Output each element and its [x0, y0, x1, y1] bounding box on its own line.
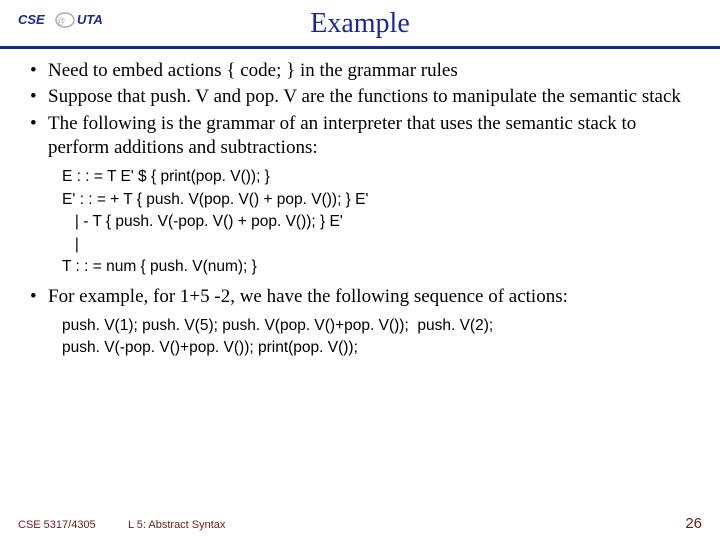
slide-header: CSE @ UTA Example — [0, 0, 720, 44]
footer-page-number: 26 — [685, 515, 702, 532]
grammar-line: E' : : = + T { push. V(pop. V() + pop. V… — [62, 189, 698, 211]
actions-line: push. V(1); push. V(5); push. V(pop. V()… — [62, 315, 698, 337]
bullet-dot: • — [30, 285, 48, 309]
slide-title: Example — [18, 8, 702, 40]
footer-course: CSE 5317/4305 — [18, 519, 128, 531]
grammar-block: E : : = T E' $ { print(pop. V()); } E' :… — [62, 166, 698, 278]
slide-footer: CSE 5317/4305 L 5: Abstract Syntax 26 — [0, 515, 720, 532]
actions-block: push. V(1); push. V(5); push. V(pop. V()… — [62, 315, 698, 360]
bullet-item: • For example, for 1+5 -2, we have the f… — [30, 285, 698, 309]
footer-lecture: L 5: Abstract Syntax — [128, 519, 685, 531]
bullet-dot: • — [30, 85, 48, 109]
bullet-item: • Need to embed actions { code; } in the… — [30, 59, 698, 83]
grammar-line: | — [62, 234, 698, 256]
bullet-text: The following is the grammar of an inter… — [48, 112, 698, 161]
actions-line: push. V(-pop. V()+pop. V()); print(pop. … — [62, 337, 698, 359]
bullet-text: Suppose that push. V and pop. V are the … — [48, 85, 698, 109]
title-underline — [0, 46, 720, 49]
bullet-item: • The following is the grammar of an int… — [30, 112, 698, 161]
bullet-item: • Suppose that push. V and pop. V are th… — [30, 85, 698, 109]
grammar-line: T : : = num { push. V(num); } — [62, 256, 698, 278]
slide-body: • Need to embed actions { code; } in the… — [0, 59, 720, 360]
grammar-line: E : : = T E' $ { print(pop. V()); } — [62, 166, 698, 188]
bullet-dot: • — [30, 112, 48, 161]
bullet-dot: • — [30, 59, 48, 83]
grammar-line: | - T { push. V(-pop. V() + pop. V()); }… — [62, 211, 698, 233]
bullet-text: For example, for 1+5 -2, we have the fol… — [48, 285, 698, 309]
bullet-text: Need to embed actions { code; } in the g… — [48, 59, 698, 83]
